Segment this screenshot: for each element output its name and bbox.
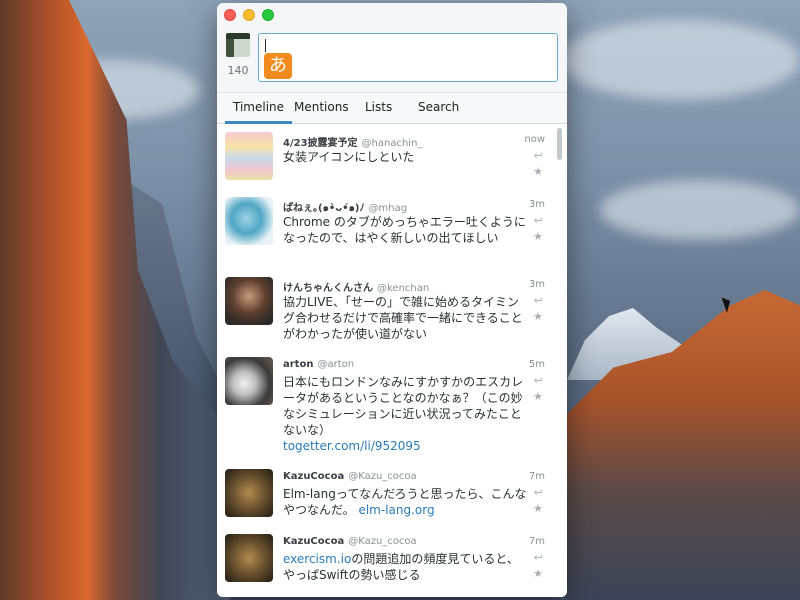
- tweet-item[interactable]: arton @arton 5m 日本にもロンドンなみにすかすかのエスカレータがある…: [217, 357, 567, 463]
- mouse-cursor: [721, 295, 734, 313]
- compose-area: 140 あ: [217, 32, 567, 92]
- tweet-text-content: 日本にもロンドンなみにすかすかのエスカレータがあるということなのかなぁ？（この妙…: [283, 375, 524, 437]
- text-caret: [265, 39, 266, 52]
- author-name: KazuCocoa: [283, 536, 345, 547]
- tweet-item[interactable]: KazuCocoa @Kazu_cocoa 7m Elm-langってなんだろうと…: [217, 469, 567, 531]
- tweet-text: 女装アイコンにしといた: [283, 149, 529, 165]
- author-handle: @arton: [317, 359, 355, 370]
- tweet-time: 3m: [528, 279, 545, 290]
- tweet-link[interactable]: elm-lang.org: [358, 503, 434, 517]
- cloud: [560, 20, 800, 100]
- reply-icon[interactable]: ↩: [534, 149, 543, 162]
- tweet-link[interactable]: exercism.io: [283, 552, 351, 566]
- reply-icon[interactable]: ↩: [534, 294, 543, 307]
- user-avatar[interactable]: [225, 357, 273, 405]
- user-avatar[interactable]: [225, 469, 273, 517]
- star-icon[interactable]: ★: [533, 165, 543, 178]
- tweet-text-content: Chrome のタブがめっちゃエラー吐くようになったので、はやく新しいの出てほし…: [283, 215, 526, 245]
- tab-lists[interactable]: Lists: [365, 100, 392, 114]
- tweet-time: now: [524, 134, 545, 145]
- tab-timeline[interactable]: Timeline: [224, 100, 293, 124]
- author-handle: @mhag: [368, 203, 408, 214]
- tweet-author: KazuCocoa @Kazu_cocoa: [283, 471, 417, 482]
- tweet-input[interactable]: あ: [258, 33, 558, 82]
- user-avatar[interactable]: [225, 197, 273, 245]
- star-icon[interactable]: ★: [533, 230, 543, 243]
- author-name: 4/23披露宴予定: [283, 138, 358, 149]
- tweet-time: 7m: [528, 471, 545, 482]
- reply-icon[interactable]: ↩: [534, 214, 543, 227]
- author-handle: @kenchan: [377, 283, 430, 294]
- tweet-author: けんちゃんくんさん @kenchan: [283, 279, 429, 294]
- tweet-item[interactable]: 4/23披露宴予定 @hanachin_ now 女装アイコンにしといた ↩ ★: [217, 132, 567, 200]
- author-handle: @Kazu_cocoa: [348, 471, 417, 482]
- user-avatar[interactable]: [225, 534, 273, 582]
- tweet-item[interactable]: ぱねぇ｡(๑•̀ᴗ•́๑)ﾉ @mhag 3m Chrome のタブがめっちゃエラ…: [217, 197, 567, 275]
- author-handle: @hanachin_: [361, 138, 423, 149]
- star-icon[interactable]: ★: [533, 390, 543, 403]
- author-name: ぱねぇ｡(๑•̀ᴗ•́๑)ﾉ: [283, 203, 365, 214]
- star-icon[interactable]: ★: [533, 567, 543, 580]
- tab-bar: Timeline Mentions Lists Search: [217, 92, 567, 124]
- character-count: 140: [227, 64, 249, 77]
- cloud: [600, 180, 800, 240]
- author-handle: @Kazu_cocoa: [348, 536, 417, 547]
- reply-icon[interactable]: ↩: [534, 374, 543, 387]
- tweet-text: Chrome のタブがめっちゃエラー吐くようになったので、はやく新しいの出てほし…: [283, 214, 529, 246]
- account-avatar[interactable]: [226, 33, 250, 57]
- author-name: arton: [283, 359, 314, 370]
- tweet-item[interactable]: KazuCocoa @Kazu_cocoa 7m exercism.ioの問題追加…: [217, 534, 567, 596]
- user-avatar[interactable]: [225, 277, 273, 325]
- tweet-text: Elm-langってなんだろうと思ったら、こんなやつなんだ。 elm-lang.…: [283, 486, 529, 518]
- tweet-author: arton @arton: [283, 359, 354, 370]
- star-icon[interactable]: ★: [533, 310, 543, 323]
- tab-search[interactable]: Search: [418, 100, 459, 114]
- tweet-author: 4/23披露宴予定 @hanachin_: [283, 134, 422, 149]
- tab-mentions[interactable]: Mentions: [294, 100, 349, 114]
- window-controls: [224, 9, 274, 21]
- author-name: けんちゃんくんさん: [283, 283, 373, 294]
- tweet-item[interactable]: けんちゃんくんさん @kenchan 3m 協力LIVE、「せーの」で雑に始めるタ…: [217, 277, 567, 355]
- author-name: KazuCocoa: [283, 471, 345, 482]
- tweet-text: exercism.ioの問題追加の頻度見ていると、やっぱSwiftの勢い感じる: [283, 551, 529, 583]
- tweet-text: 協力LIVE、「せーの」で雑に始めるタイミング合わせるだけで高確率で一緒にできる…: [283, 294, 529, 342]
- timeline-list[interactable]: 4/23披露宴予定 @hanachin_ now 女装アイコンにしといた ↩ ★ …: [217, 124, 567, 597]
- zoom-button[interactable]: [262, 9, 274, 21]
- close-button[interactable]: [224, 9, 236, 21]
- tweet-text: 日本にもロンドンなみにすかすかのエスカレータがあるということなのかなぁ？（この妙…: [283, 374, 529, 454]
- star-icon[interactable]: ★: [533, 502, 543, 515]
- tweet-time: 3m: [528, 199, 545, 210]
- twitter-client-window: 140 あ Timeline Mentions Lists Search 4/2…: [217, 3, 567, 597]
- reply-icon[interactable]: ↩: [534, 486, 543, 499]
- reply-icon[interactable]: ↩: [534, 551, 543, 564]
- tweet-author: KazuCocoa @Kazu_cocoa: [283, 536, 417, 547]
- user-avatar[interactable]: [225, 132, 273, 180]
- tweet-text-content: 女装アイコンにしといた: [283, 150, 415, 164]
- ime-indicator: あ: [264, 53, 292, 79]
- minimize-button[interactable]: [243, 9, 255, 21]
- tweet-link[interactable]: togetter.com/li/952095: [283, 439, 421, 453]
- tweet-text-content: 協力LIVE、「せーの」で雑に始めるタイミング合わせるだけで高確率で一緒にできる…: [283, 295, 523, 341]
- tweet-time: 7m: [528, 536, 545, 547]
- tweet-time: 5m: [528, 359, 545, 370]
